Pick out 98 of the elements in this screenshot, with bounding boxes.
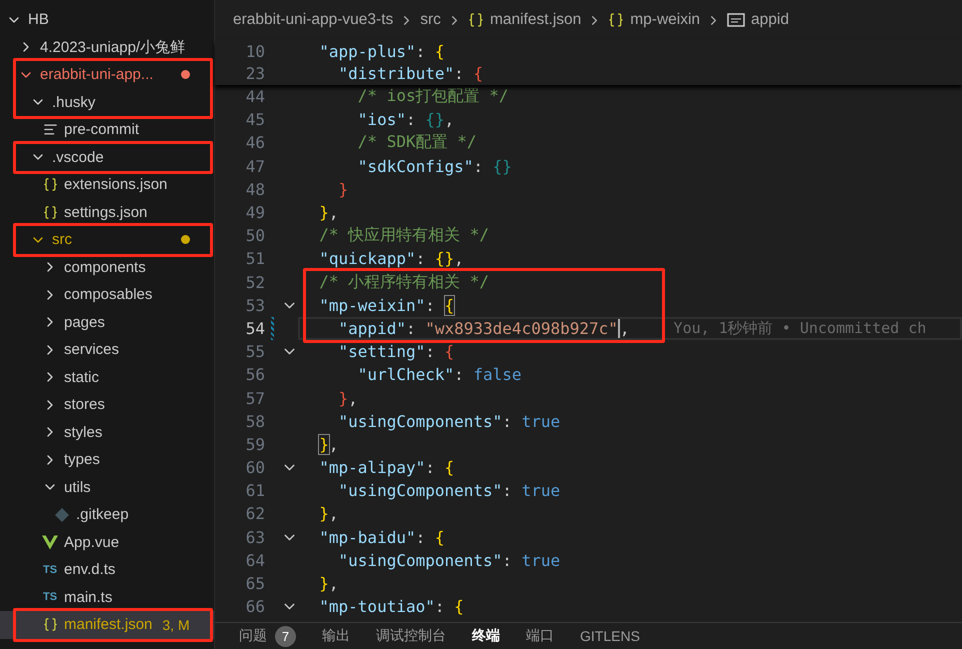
- line-number: 45: [244, 110, 265, 130]
- count-badge: 7: [275, 626, 296, 646]
- string-icon: [727, 13, 746, 27]
- panel-tab[interactable]: 输出: [322, 627, 350, 645]
- change-marker: [271, 316, 274, 340]
- folder-item[interactable]: .vscode: [0, 144, 214, 171]
- line-number: 64: [244, 550, 265, 570]
- code-line: },: [338, 388, 359, 410]
- vue-icon: [42, 534, 58, 550]
- breadcrumb-item[interactable]: mp-weixin: [608, 11, 700, 29]
- folder-item[interactable]: static: [0, 364, 214, 391]
- code-line: "mp-alipay": {: [318, 457, 456, 480]
- line-number: 66: [244, 597, 265, 616]
- file-item[interactable]: manifest.json 3, M: [0, 611, 214, 638]
- line-number: 49: [244, 203, 265, 222]
- file-status-label: 3, M: [162, 616, 190, 633]
- code-line: },: [318, 202, 340, 224]
- code-line: "sdkConfigs": {}: [356, 156, 513, 178]
- file-item[interactable]: TS env.d.ts: [0, 556, 214, 584]
- line-number: 63: [244, 528, 265, 547]
- line-number: 65: [244, 574, 265, 594]
- code-line: "ios": {},: [356, 109, 456, 132]
- code-line: "usingComponents": true: [338, 480, 562, 502]
- code-line: /* 快应用特有相关 */: [318, 224, 490, 246]
- folder-item[interactable]: erabbit-uni-app...: [0, 61, 214, 88]
- braces-icon: [42, 204, 58, 220]
- breadcrumb-item[interactable]: appid: [727, 11, 789, 29]
- line-number: 60: [244, 458, 265, 478]
- line-number: 61: [244, 481, 265, 500]
- code-line: /* SDK配置 */: [356, 131, 478, 154]
- line-number: 56: [244, 365, 265, 384]
- braces-icon: [42, 617, 58, 632]
- line-number: 54: [244, 318, 265, 338]
- line-number: 53: [244, 296, 265, 315]
- file-lines-icon: [42, 122, 58, 138]
- panel-tab[interactable]: 问题 7: [239, 626, 296, 646]
- line-number: 51: [244, 249, 265, 268]
- line-number: 48: [244, 180, 265, 199]
- line-number: 47: [244, 156, 265, 176]
- file-item[interactable]: settings.json: [0, 198, 214, 226]
- line-number: 52: [244, 272, 265, 292]
- code-line: "distribute": {: [338, 63, 484, 85]
- folder-item[interactable]: .husky: [0, 88, 214, 116]
- folder-item[interactable]: stores: [0, 391, 214, 418]
- folder-item[interactable]: components: [0, 254, 214, 281]
- code-line: /* 小程序特有相关 */: [318, 270, 490, 293]
- folder-item[interactable]: composables: [0, 281, 214, 308]
- file-item[interactable]: extensions.json: [0, 171, 214, 198]
- code-line: "mp-baidu": {: [318, 526, 446, 549]
- folder-item[interactable]: styles: [0, 418, 214, 446]
- code-line: "app-plus": {: [318, 40, 446, 62]
- code-line: "usingComponents": true: [338, 550, 562, 572]
- code-line: },: [318, 434, 340, 456]
- panel-tab[interactable]: 调试控制台: [376, 627, 446, 645]
- line-number: 46: [244, 133, 265, 152]
- braces-icon: [468, 12, 484, 28]
- file-item[interactable]: pre-commit: [0, 116, 214, 144]
- file-item[interactable]: TS main.ts: [0, 584, 214, 611]
- line-number: 23: [244, 64, 265, 84]
- panel-tab[interactable]: 终端: [472, 627, 500, 645]
- code-line: "usingComponents": true: [338, 410, 562, 433]
- code-line: /* ios打包配置 */: [356, 85, 510, 108]
- panel-tab[interactable]: GITLENS: [580, 628, 640, 644]
- code-line: "mp-weixin": {: [318, 294, 456, 317]
- folder-item[interactable]: HB: [0, 6, 214, 34]
- folder-item[interactable]: src: [0, 226, 214, 254]
- code-line: },: [318, 503, 340, 526]
- line-number: 55: [244, 342, 265, 362]
- line-number: 62: [244, 504, 265, 524]
- folder-item[interactable]: 4.2023-uniapp/小兔鲜: [0, 34, 214, 61]
- folder-item[interactable]: pages: [0, 308, 214, 336]
- folder-item[interactable]: utils: [0, 474, 214, 501]
- git-icon: [55, 508, 69, 522]
- breadcrumb-item[interactable]: manifest.json: [468, 11, 582, 29]
- breadcrumb-item[interactable]: erabbit-uni-app-vue3-ts: [233, 11, 394, 29]
- code-line: "mp-toutiao": {: [318, 596, 465, 618]
- code-line: "quickapp": {},: [318, 248, 465, 270]
- breadcrumb-item[interactable]: src: [420, 11, 441, 29]
- blame-annotation: You, 1秒钟前 • Uncommitted ch: [674, 318, 926, 338]
- file-item[interactable]: .gitkeep: [0, 501, 214, 528]
- braces-icon: [608, 12, 624, 28]
- file-item[interactable]: App.vue: [0, 528, 214, 556]
- code-line: }: [338, 178, 350, 201]
- ts-icon: TS: [42, 564, 58, 576]
- line-number: 57: [244, 388, 265, 408]
- ts-icon: TS: [42, 591, 58, 604]
- folder-item[interactable]: services: [0, 336, 214, 364]
- code-line: "setting": {: [338, 341, 456, 364]
- panel-tab[interactable]: 端口: [526, 627, 554, 645]
- line-number: 58: [244, 412, 265, 431]
- line-number: 50: [244, 226, 265, 246]
- line-number: 44: [244, 87, 265, 106]
- folder-item[interactable]: types: [0, 446, 214, 474]
- code-line: "urlCheck": false: [356, 364, 523, 386]
- braces-icon: [42, 177, 58, 192]
- line-number: 59: [244, 434, 265, 454]
- line-number: 10: [244, 42, 265, 61]
- code-line: },: [318, 573, 340, 596]
